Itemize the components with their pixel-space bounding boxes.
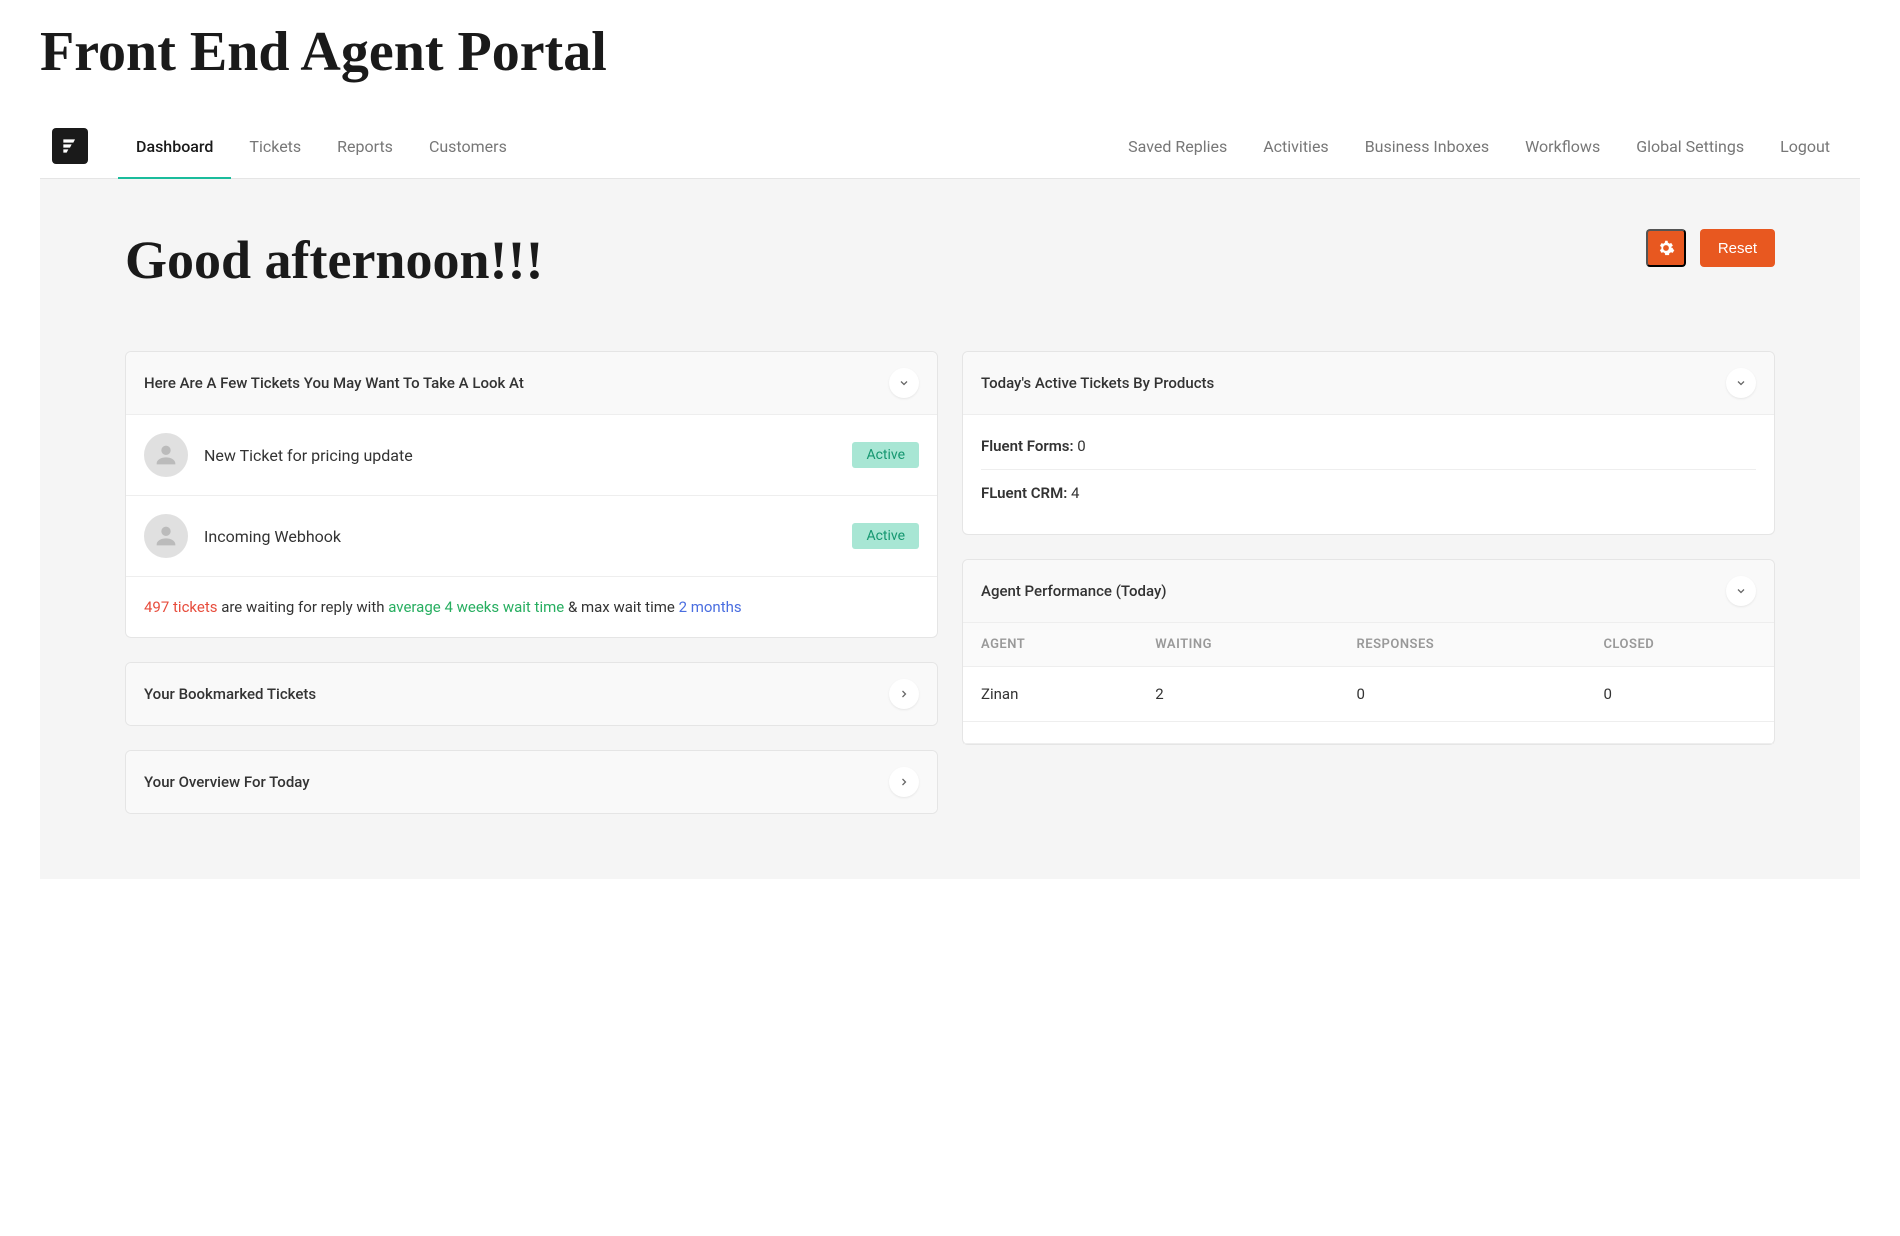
logo-icon	[60, 136, 80, 156]
tickets-look-card: Here Are A Few Tickets You May Want To T…	[125, 351, 938, 638]
wait-text: are waiting for reply with	[217, 598, 388, 616]
th-responses: RESPONSES	[1339, 623, 1586, 667]
bookmarked-header: Your Bookmarked Tickets	[126, 663, 937, 725]
nav-global-settings[interactable]: Global Settings	[1618, 115, 1762, 178]
right-column: Today's Active Tickets By Products Fluen…	[962, 351, 1775, 814]
reset-button[interactable]: Reset	[1700, 229, 1775, 267]
avatar	[144, 433, 188, 477]
greeting: Good afternoon!!!	[125, 229, 543, 291]
cell-agent: Zinan	[963, 667, 1137, 722]
tickets-look-header: Here Are A Few Tickets You May Want To T…	[126, 352, 937, 415]
nav-business-inboxes[interactable]: Business Inboxes	[1347, 115, 1507, 178]
nav-left: Dashboard Tickets Reports Customers	[118, 115, 525, 178]
user-icon	[152, 522, 180, 550]
product-list: Fluent Forms: 0 FLuent CRM: 4	[963, 415, 1774, 534]
performance-header: Agent Performance (Today)	[963, 560, 1774, 623]
columns: Here Are A Few Tickets You May Want To T…	[125, 351, 1775, 814]
wait-count: 497 tickets	[144, 598, 217, 616]
product-value: 0	[1077, 437, 1085, 455]
collapse-toggle[interactable]	[889, 368, 919, 398]
nav-reports[interactable]: Reports	[319, 115, 411, 178]
status-badge: Active	[852, 442, 919, 468]
performance-title: Agent Performance (Today)	[981, 582, 1167, 600]
settings-button[interactable]	[1646, 229, 1686, 267]
cell-closed: 0	[1585, 667, 1774, 722]
th-closed: CLOSED	[1585, 623, 1774, 667]
app-logo[interactable]	[52, 128, 88, 164]
wait-text: & max wait time	[564, 598, 678, 616]
expand-toggle[interactable]	[889, 679, 919, 709]
product-name: FLuent CRM:	[981, 484, 1067, 502]
cell-waiting: 2	[1137, 667, 1338, 722]
avatar	[144, 514, 188, 558]
ticket-row[interactable]: New Ticket for pricing update Active	[126, 415, 937, 496]
table-row: Zinan 2 0 0	[963, 667, 1774, 722]
main-container: Dashboard Tickets Reports Customers Save…	[40, 114, 1860, 879]
gear-icon	[1657, 239, 1675, 257]
products-header: Today's Active Tickets By Products	[963, 352, 1774, 415]
navbar: Dashboard Tickets Reports Customers Save…	[40, 114, 1860, 179]
wait-max: 2 months	[679, 598, 742, 616]
products-card: Today's Active Tickets By Products Fluen…	[962, 351, 1775, 535]
nav-dashboard[interactable]: Dashboard	[118, 115, 231, 178]
nav-customers[interactable]: Customers	[411, 115, 525, 178]
nav-logout[interactable]: Logout	[1762, 115, 1848, 178]
ticket-row[interactable]: Incoming Webhook Active	[126, 496, 937, 577]
tickets-look-title: Here Are A Few Tickets You May Want To T…	[144, 374, 524, 392]
bookmarked-card: Your Bookmarked Tickets	[125, 662, 938, 726]
user-icon	[152, 441, 180, 469]
chevron-down-icon	[1735, 377, 1747, 389]
nav-workflows[interactable]: Workflows	[1507, 115, 1618, 178]
ticket-title: Incoming Webhook	[204, 527, 341, 546]
page-title: Front End Agent Portal	[0, 0, 1900, 114]
collapse-toggle[interactable]	[1726, 576, 1756, 606]
expand-toggle[interactable]	[889, 767, 919, 797]
performance-card: Agent Performance (Today) AGENT WAITING …	[962, 559, 1775, 745]
th-waiting: WAITING	[1137, 623, 1338, 667]
content-area: Good afternoon!!! Reset Here Are A Few T…	[40, 179, 1860, 879]
wait-avg: average 4 weeks wait time	[388, 598, 564, 616]
product-name: Fluent Forms:	[981, 437, 1074, 455]
chevron-right-icon	[898, 776, 910, 788]
bookmarked-title: Your Bookmarked Tickets	[144, 685, 316, 703]
content-header: Good afternoon!!! Reset	[125, 229, 1775, 291]
overview-title: Your Overview For Today	[144, 773, 310, 791]
performance-table: AGENT WAITING RESPONSES CLOSED Zinan 2 0	[963, 623, 1774, 744]
product-row: Fluent Forms: 0	[981, 423, 1756, 470]
wait-summary: 497 tickets are waiting for reply with a…	[126, 577, 937, 637]
ticket-title: New Ticket for pricing update	[204, 446, 413, 465]
overview-header: Your Overview For Today	[126, 751, 937, 813]
products-title: Today's Active Tickets By Products	[981, 374, 1214, 392]
table-spacer	[963, 722, 1774, 744]
product-value: 4	[1071, 484, 1079, 502]
header-actions: Reset	[1646, 229, 1775, 267]
chevron-right-icon	[898, 688, 910, 700]
chevron-down-icon	[1735, 585, 1747, 597]
cell-responses: 0	[1339, 667, 1586, 722]
product-row: FLuent CRM: 4	[981, 470, 1756, 516]
th-agent: AGENT	[963, 623, 1137, 667]
overview-card: Your Overview For Today	[125, 750, 938, 814]
nav-activities[interactable]: Activities	[1245, 115, 1346, 178]
chevron-down-icon	[898, 377, 910, 389]
nav-saved-replies[interactable]: Saved Replies	[1110, 115, 1245, 178]
status-badge: Active	[852, 523, 919, 549]
left-column: Here Are A Few Tickets You May Want To T…	[125, 351, 938, 814]
nav-tickets[interactable]: Tickets	[231, 115, 319, 178]
collapse-toggle[interactable]	[1726, 368, 1756, 398]
nav-right: Saved Replies Activities Business Inboxe…	[1110, 115, 1848, 178]
